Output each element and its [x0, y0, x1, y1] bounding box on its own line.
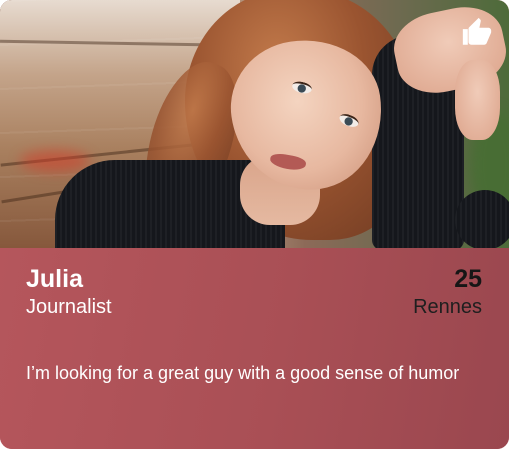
photo-hand [455, 60, 500, 140]
like-button[interactable] [459, 14, 495, 50]
profile-name: Julia [26, 265, 83, 293]
profile-info-panel: Julia 25 Journalist Rennes I’m looking f… [0, 248, 509, 449]
profile-profession: Journalist [26, 296, 112, 318]
photo-sweater-sleeve [455, 190, 509, 248]
photo-bokeh [20, 150, 90, 172]
profile-photo [0, 0, 509, 248]
profile-age: 25 [454, 265, 482, 293]
profile-bio: I’m looking for a great guy with a good … [26, 363, 460, 383]
profile-city: Rennes [413, 296, 482, 318]
profile-card[interactable]: Julia 25 Journalist Rennes I’m looking f… [0, 0, 509, 449]
thumbs-up-icon [462, 17, 492, 45]
